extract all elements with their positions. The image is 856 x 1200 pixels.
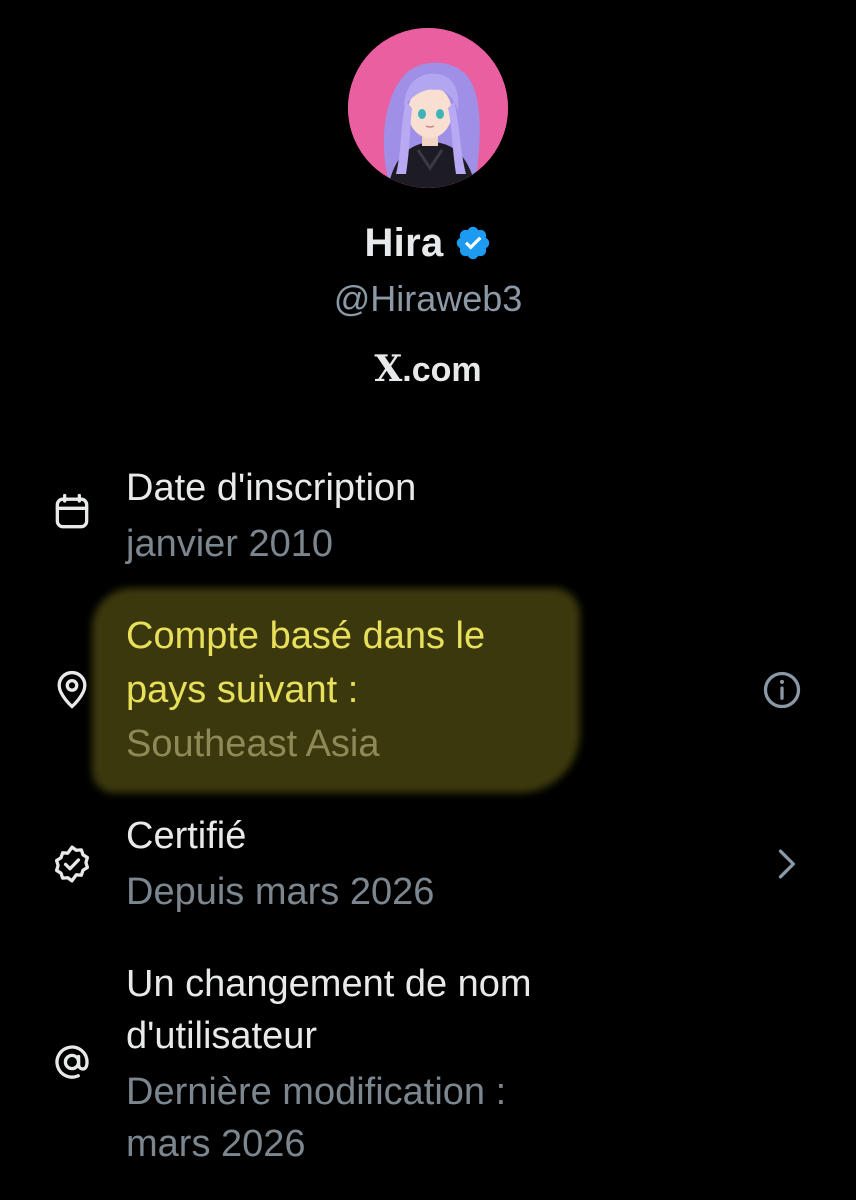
country-value: Southeast Asia [126,723,380,765]
username-change-label-line1: Un changement de nom [126,963,532,1005]
verified-label: Certifié [126,815,247,857]
username-change-label-line2: d'utilisateur [126,1015,318,1057]
verified-since-value: Depuis mars 2026 [126,871,435,913]
info-icon[interactable] [760,668,804,712]
avatar-illustration [348,28,508,188]
last-modified-label: Dernière modification : [126,1071,507,1113]
last-modified-value: mars 2026 [126,1123,306,1165]
site-link[interactable]: X.com [0,348,856,390]
joined-date-label: Date d'inscription [126,467,417,509]
country-label-line2: pays suivant : [126,669,359,711]
verified-badge-icon[interactable] [454,224,492,262]
verified-badge-icon [50,842,94,886]
display-name: Hira [364,220,444,265]
site-suffix: .com [402,351,482,389]
calendar-icon [50,490,94,534]
profile-name-row: Hira [0,218,856,268]
joined-date-value: janvier 2010 [126,523,334,565]
x-logo-icon: X [374,348,403,390]
country-label-line1: Compte basé dans le [126,615,486,657]
at-sign-icon [50,1040,94,1084]
avatar[interactable] [348,28,508,188]
username-handle: @Hiraweb3 [333,278,523,319]
chevron-right-icon[interactable] [764,842,808,886]
location-pin-icon [50,668,94,712]
